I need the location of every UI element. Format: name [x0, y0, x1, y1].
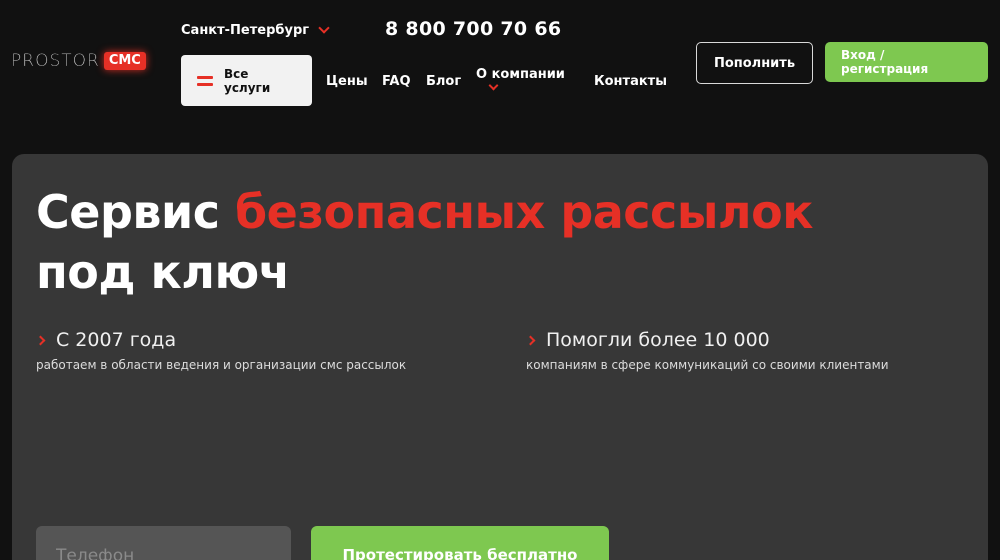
hero-title-part1: Сервис: [36, 185, 236, 239]
fact-title: Помогли более 10 000: [546, 329, 770, 351]
all-services-button[interactable]: Все услуги: [181, 55, 312, 106]
all-services-label: Все услуги: [224, 66, 271, 95]
hero-title: Сервис безопасных рассылок под ключ: [36, 182, 996, 302]
hero-title-part2: под ключ: [36, 245, 290, 299]
fact-clients: Помогли более 10 000 компаниям в сфере к…: [525, 329, 889, 372]
fact-description: работаем в области ведения и организации…: [36, 358, 407, 372]
nav-faq[interactable]: FAQ: [382, 74, 411, 89]
nav-about[interactable]: О компании: [476, 67, 565, 82]
logo-text: PROSTOR: [11, 51, 100, 71]
city-selector[interactable]: Санкт-Петербург: [181, 22, 330, 38]
chevron-right-icon: [525, 335, 536, 345]
logo[interactable]: PROSTOR СМС: [11, 51, 146, 71]
chevron-down-icon: [488, 80, 499, 91]
phone-number[interactable]: 8 800 700 70 66: [385, 18, 561, 40]
chevron-down-icon: [318, 22, 330, 34]
fact-title: С 2007 года: [56, 329, 177, 351]
hamburger-icon: [197, 75, 213, 86]
fact-since-2007: С 2007 года работаем в области ведения и…: [35, 329, 407, 372]
test-free-button[interactable]: Протестировать бесплатно: [311, 526, 609, 560]
city-label: Санкт-Петербург: [181, 23, 310, 38]
hero-card: Сервис безопасных рассылок под ключ С 20…: [12, 154, 988, 560]
hero-title-accent: безопасных рассылок: [235, 185, 813, 239]
login-register-button[interactable]: Вход / регистрация: [825, 42, 988, 82]
fact-description: компаниям в сфере коммуникаций со своими…: [526, 358, 889, 372]
topup-button[interactable]: Пополнить: [696, 42, 813, 84]
nav-contacts[interactable]: Контакты: [594, 74, 667, 89]
logo-badge: СМС: [103, 52, 146, 70]
phone-input[interactable]: [36, 526, 291, 560]
nav-blog[interactable]: Блог: [426, 74, 461, 89]
chevron-right-icon: [35, 335, 46, 345]
nav-prices[interactable]: Цены: [326, 74, 368, 89]
